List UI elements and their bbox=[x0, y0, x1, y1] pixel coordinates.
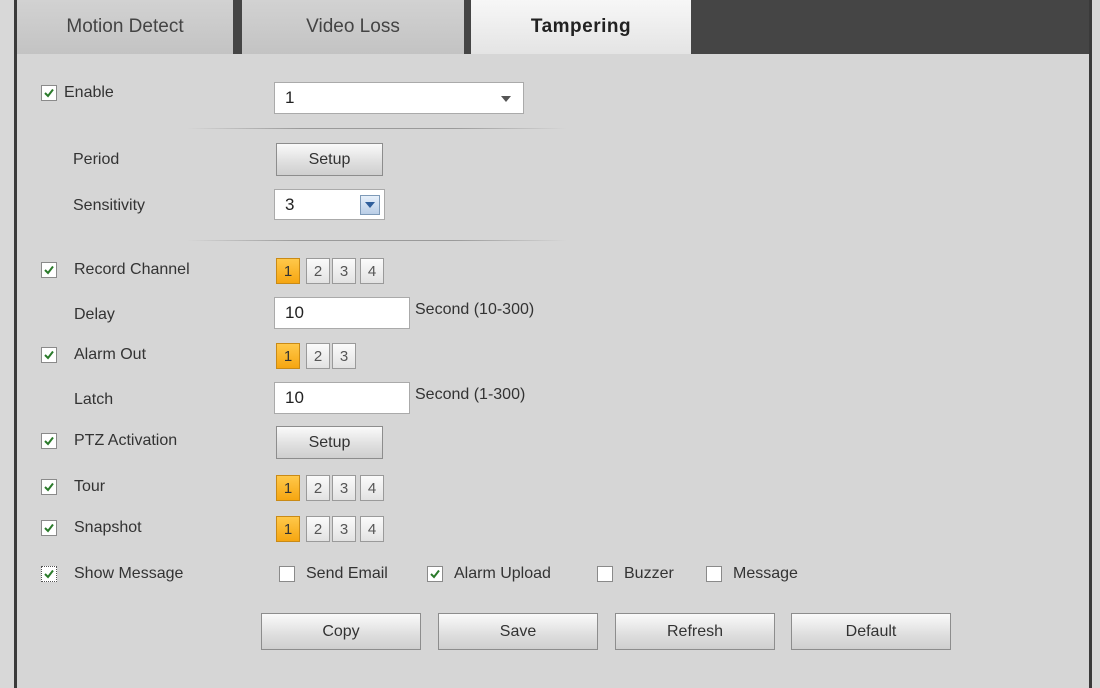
alarm-upload-label: Alarm Upload bbox=[454, 565, 551, 582]
sensitivity-label: Sensitivity bbox=[73, 197, 146, 214]
show-message-label: Show Message bbox=[74, 565, 184, 582]
snapshot-checkbox[interactable] bbox=[41, 520, 57, 536]
snapshot-2[interactable]: 2 bbox=[306, 516, 330, 542]
tour-label: Tour bbox=[74, 478, 106, 495]
ptz-activation-checkbox[interactable] bbox=[41, 433, 57, 449]
tab-motion-detect[interactable]: Motion Detect bbox=[17, 0, 233, 54]
record-channel-1[interactable]: 1 bbox=[276, 258, 300, 284]
enable-label: Enable bbox=[64, 84, 114, 101]
latch-row: Latch 10 Second (1-300) bbox=[17, 382, 1089, 416]
message-label: Message bbox=[733, 565, 798, 582]
tour-checkbox[interactable] bbox=[41, 479, 57, 495]
tour-4[interactable]: 4 bbox=[360, 475, 384, 501]
refresh-button[interactable]: Refresh bbox=[615, 613, 775, 650]
tour-1[interactable]: 1 bbox=[276, 475, 300, 501]
check-icon bbox=[44, 88, 54, 98]
snapshot-3[interactable]: 3 bbox=[332, 516, 356, 542]
period-label: Period bbox=[73, 151, 120, 168]
alarm-out-row: Alarm Out 1 2 3 bbox=[17, 342, 1089, 376]
sensitivity-select[interactable]: 3 bbox=[274, 189, 385, 220]
record-channel-row: Record Channel 1 2 3 4 bbox=[17, 257, 1089, 291]
message-checkbox[interactable] bbox=[706, 566, 722, 582]
record-channel-4[interactable]: 4 bbox=[360, 258, 384, 284]
tab-video-loss[interactable]: Video Loss bbox=[242, 0, 464, 54]
alarm-out-3[interactable]: 3 bbox=[332, 343, 356, 369]
check-icon bbox=[44, 265, 54, 275]
channel-select[interactable]: 1 bbox=[274, 82, 524, 114]
snapshot-row: Snapshot 1 2 3 4 bbox=[17, 515, 1089, 549]
period-setup-button[interactable]: Setup bbox=[276, 143, 383, 176]
check-icon bbox=[44, 523, 54, 533]
check-icon bbox=[44, 350, 54, 360]
ptz-activation-row: PTZ Activation Setup bbox=[17, 426, 1089, 460]
buzzer-label: Buzzer bbox=[624, 565, 674, 582]
tour-buttons: 1 2 3 4 bbox=[276, 475, 476, 501]
record-channel-checkbox[interactable] bbox=[41, 262, 57, 278]
delay-row: Delay 10 Second (10-300) bbox=[17, 297, 1089, 331]
tour-3[interactable]: 3 bbox=[332, 475, 356, 501]
record-channel-2[interactable]: 2 bbox=[306, 258, 330, 284]
enable-checkbox[interactable] bbox=[41, 85, 57, 101]
alarm-out-checkbox[interactable] bbox=[41, 347, 57, 363]
show-message-checkbox[interactable] bbox=[41, 566, 57, 582]
tab-bar: Motion Detect Video Loss Tampering bbox=[17, 0, 1089, 54]
snapshot-label: Snapshot bbox=[74, 519, 142, 536]
sensitivity-row: Sensitivity 3 bbox=[17, 189, 1089, 223]
dropdown-button[interactable] bbox=[360, 195, 380, 215]
tab-tampering[interactable]: Tampering bbox=[471, 0, 691, 54]
show-message-row: Show Message Send Email Alarm Upload Buz… bbox=[17, 561, 1089, 595]
delay-label: Delay bbox=[74, 306, 115, 323]
tour-row: Tour 1 2 3 4 bbox=[17, 474, 1089, 508]
alarm-out-label: Alarm Out bbox=[74, 346, 147, 363]
snapshot-1[interactable]: 1 bbox=[276, 516, 300, 542]
sensitivity-value: 3 bbox=[285, 194, 295, 214]
delay-unit: Second (10-300) bbox=[415, 301, 535, 318]
send-email-label: Send Email bbox=[306, 565, 388, 582]
tour-2[interactable]: 2 bbox=[306, 475, 330, 501]
enable-row: Enable 1 bbox=[17, 80, 1089, 114]
tampering-panel: Motion Detect Video Loss Tampering Enabl… bbox=[14, 0, 1092, 688]
copy-button[interactable]: Copy bbox=[261, 613, 421, 650]
alarm-out-2[interactable]: 2 bbox=[306, 343, 330, 369]
check-icon bbox=[44, 436, 54, 446]
record-channel-buttons: 1 2 3 4 bbox=[276, 258, 476, 284]
ptz-setup-button[interactable]: Setup bbox=[276, 426, 383, 459]
latch-label: Latch bbox=[74, 391, 114, 408]
period-row: Period Setup bbox=[17, 143, 1089, 177]
snapshot-buttons: 1 2 3 4 bbox=[276, 516, 476, 542]
divider bbox=[187, 128, 567, 129]
buzzer-checkbox[interactable] bbox=[597, 566, 613, 582]
latch-unit: Second (1-300) bbox=[415, 386, 526, 403]
delay-input[interactable]: 10 bbox=[274, 297, 410, 329]
check-icon bbox=[44, 482, 54, 492]
snapshot-4[interactable]: 4 bbox=[360, 516, 384, 542]
record-channel-3[interactable]: 3 bbox=[332, 258, 356, 284]
channel-select-value: 1 bbox=[285, 88, 295, 107]
alarm-upload-checkbox[interactable] bbox=[427, 566, 443, 582]
check-icon bbox=[44, 569, 54, 579]
chevron-down-icon bbox=[365, 202, 375, 208]
ptz-activation-label: PTZ Activation bbox=[74, 432, 178, 449]
alarm-out-buttons: 1 2 3 bbox=[276, 343, 476, 369]
send-email-checkbox[interactable] bbox=[279, 566, 295, 582]
latch-input[interactable]: 10 bbox=[274, 382, 410, 414]
record-channel-label: Record Channel bbox=[74, 261, 190, 278]
chevron-down-icon bbox=[501, 96, 511, 102]
check-icon bbox=[430, 569, 440, 579]
save-button[interactable]: Save bbox=[438, 613, 598, 650]
divider bbox=[187, 240, 567, 241]
alarm-out-1[interactable]: 1 bbox=[276, 343, 300, 369]
default-button[interactable]: Default bbox=[791, 613, 951, 650]
